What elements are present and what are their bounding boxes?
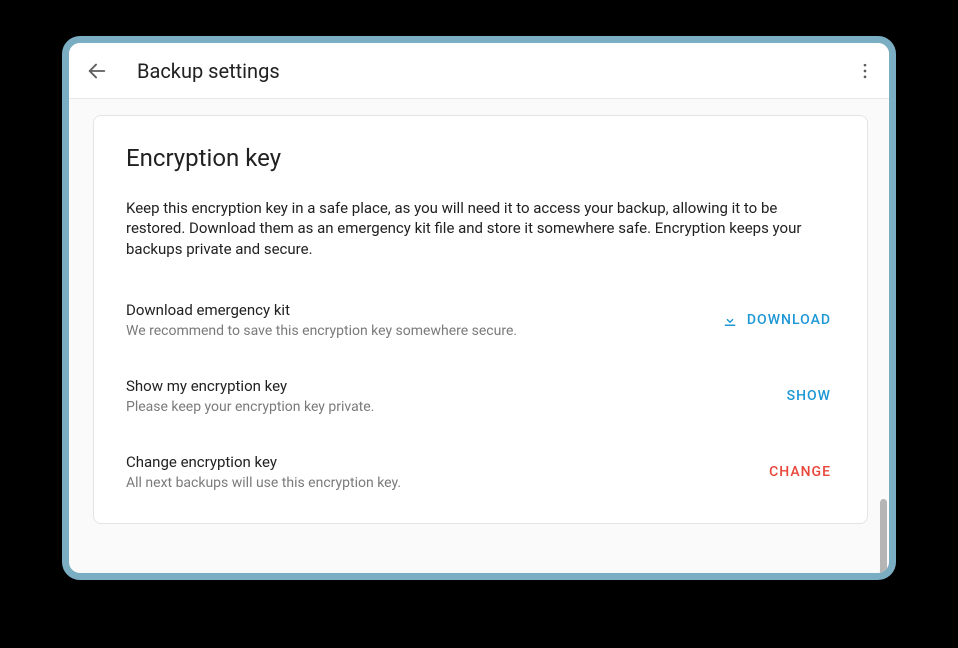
show-row: Show my encryption key Please keep your …: [126, 377, 835, 415]
download-icon: [721, 311, 739, 329]
show-row-sub: Please keep your encryption key private.: [126, 399, 783, 415]
content-area: Encryption key Keep this encryption key …: [69, 99, 889, 573]
download-button-label: DOWNLOAD: [747, 312, 831, 328]
show-row-label: Show my encryption key: [126, 377, 783, 395]
download-row-sub: We recommend to save this encryption key…: [126, 323, 717, 339]
card-title: Encryption key: [126, 144, 835, 172]
scrollbar-thumb[interactable]: [880, 499, 887, 573]
change-button[interactable]: CHANGE: [765, 458, 835, 486]
header-bar: Backup settings: [69, 43, 889, 99]
card-description: Keep this encryption key in a safe place…: [126, 198, 835, 259]
back-arrow-icon[interactable]: [85, 59, 109, 83]
change-row: Change encryption key All next backups w…: [126, 453, 835, 491]
settings-window: Backup settings Encryption key Keep this…: [62, 36, 896, 580]
show-row-text: Show my encryption key Please keep your …: [126, 377, 783, 415]
download-row: Download emergency kit We recommend to s…: [126, 301, 835, 339]
show-button-label: SHOW: [787, 388, 831, 404]
download-row-label: Download emergency kit: [126, 301, 717, 319]
change-button-label: CHANGE: [769, 464, 831, 480]
page-title: Backup settings: [137, 59, 853, 83]
encryption-key-card: Encryption key Keep this encryption key …: [93, 115, 868, 524]
download-row-text: Download emergency kit We recommend to s…: [126, 301, 717, 339]
download-button[interactable]: DOWNLOAD: [717, 305, 835, 335]
more-vert-icon[interactable]: [853, 59, 877, 83]
change-row-label: Change encryption key: [126, 453, 765, 471]
change-row-text: Change encryption key All next backups w…: [126, 453, 765, 491]
show-button[interactable]: SHOW: [783, 382, 835, 410]
change-row-sub: All next backups will use this encryptio…: [126, 475, 765, 491]
